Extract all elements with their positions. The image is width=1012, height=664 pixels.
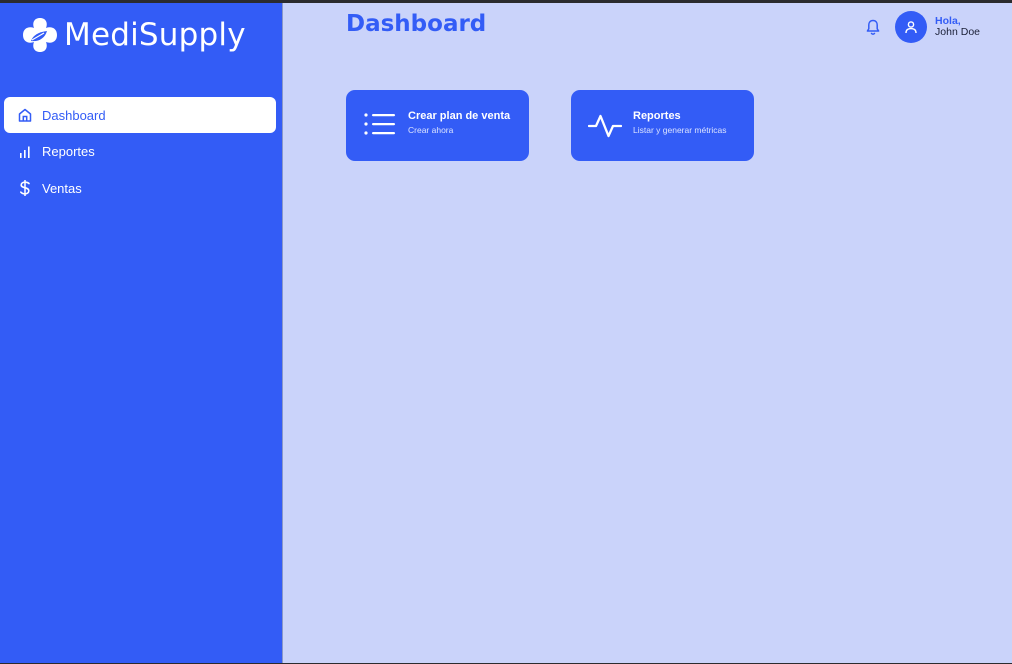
- card-title: Reportes: [633, 110, 681, 122]
- user-greeting: Hola, John Doe: [935, 16, 980, 38]
- sidebar-nav: Dashboard Reportes Ventas: [4, 97, 276, 207]
- home-icon: [16, 106, 34, 124]
- reports-card[interactable]: Reportes Listar y generar métricas: [571, 90, 754, 161]
- sidebar-item-label: Reportes: [42, 144, 95, 159]
- sidebar: MediSupply Dashboard Reportes Ventas: [0, 3, 282, 663]
- user-header: Hola, John Doe: [864, 11, 980, 43]
- brand[interactable]: MediSupply: [20, 14, 246, 56]
- user-icon: [905, 21, 917, 34]
- card-subtitle: Crear ahora: [408, 125, 454, 135]
- sidebar-item-label: Dashboard: [42, 107, 106, 123]
- list-icon: [364, 113, 395, 135]
- dollar-icon: [16, 179, 34, 197]
- bar-chart-icon: [16, 143, 34, 161]
- app-window: MediSupply Dashboard Reportes Ventas Das…: [0, 3, 1012, 663]
- card-subtitle: Listar y generar métricas: [633, 125, 727, 135]
- activity-icon: [588, 114, 622, 138]
- card-title: Crear plan de venta: [408, 110, 511, 122]
- avatar[interactable]: [895, 11, 928, 43]
- create-sales-plan-card[interactable]: Crear plan de venta Crear ahora: [346, 90, 529, 161]
- sidebar-item-dashboard[interactable]: Dashboard: [4, 97, 276, 133]
- brand-name: MediSupply: [64, 17, 246, 53]
- main-content: Dashboard Hola, John Doe Crear plan de v…: [283, 3, 1012, 663]
- card-text: Reportes Listar y generar métricas: [633, 109, 746, 135]
- page-title: Dashboard: [346, 11, 487, 37]
- sidebar-item-reportes[interactable]: Reportes: [4, 134, 276, 170]
- card-text: Crear plan de venta Crear ahora: [408, 109, 521, 135]
- user-name: John Doe: [935, 26, 980, 38]
- leaf-cross-icon: [23, 18, 57, 52]
- sidebar-item-ventas[interactable]: Ventas: [4, 170, 276, 206]
- bell-icon[interactable]: [864, 18, 882, 36]
- sidebar-item-label: Ventas: [42, 180, 82, 196]
